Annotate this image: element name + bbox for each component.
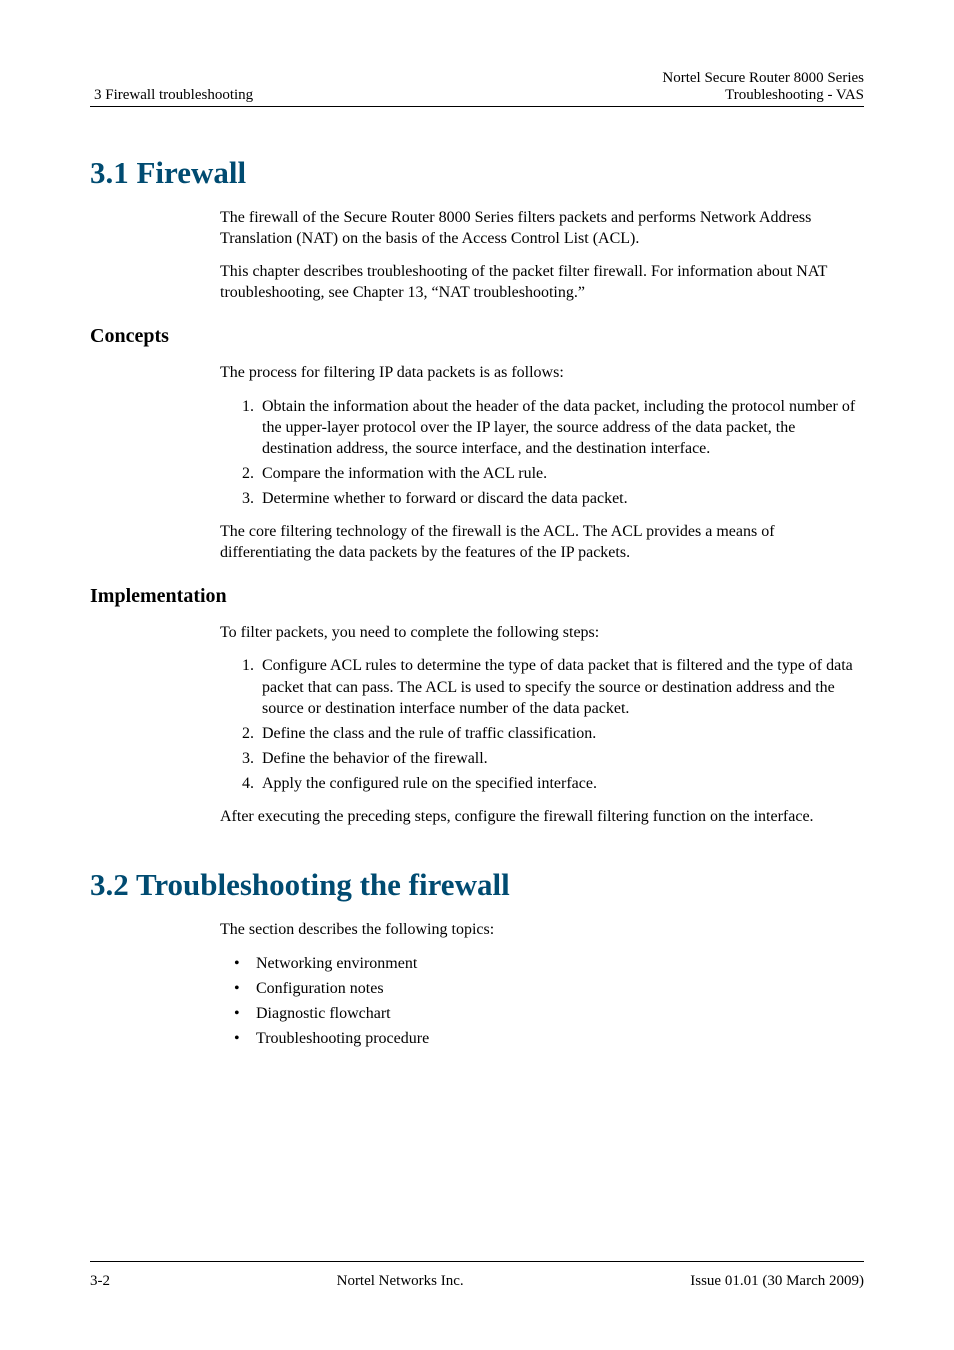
- concepts-heading: Concepts: [90, 325, 864, 348]
- footer-company: Nortel Networks Inc.: [337, 1273, 464, 1290]
- footer-page-number: 3-2: [90, 1273, 110, 1290]
- concepts-item-1: Obtain the information about the header …: [258, 396, 864, 459]
- page-footer: 3-2 Nortel Networks Inc. Issue 01.01 (30…: [90, 1273, 864, 1290]
- header-right: Nortel Secure Router 8000 Series Trouble…: [662, 70, 864, 104]
- s31-paragraph-1: The firewall of the Secure Router 8000 S…: [220, 207, 864, 249]
- impl-item-1: Configure ACL rules to determine the typ…: [258, 655, 864, 718]
- s32-item-4: Troubleshooting procedure: [234, 1027, 864, 1052]
- footer-issue: Issue 01.01 (30 March 2009): [690, 1273, 864, 1290]
- s32-intro: The section describes the following topi…: [220, 919, 864, 940]
- impl-list: Configure ACL rules to determine the typ…: [220, 655, 864, 794]
- s32-list: Networking environment Configuration not…: [220, 952, 864, 1051]
- s32-item-2: Configuration notes: [234, 977, 864, 1002]
- concepts-intro: The process for filtering IP data packet…: [220, 362, 864, 383]
- section-3-2-title: 3.2 Troubleshooting the firewall: [90, 867, 864, 903]
- footer-rule: [90, 1261, 864, 1262]
- concepts-list: Obtain the information about the header …: [220, 396, 864, 510]
- concepts-item-2: Compare the information with the ACL rul…: [258, 463, 864, 484]
- concepts-outro: The core filtering technology of the fir…: [220, 521, 864, 563]
- impl-item-2: Define the class and the rule of traffic…: [258, 723, 864, 744]
- impl-item-3: Define the behavior of the firewall.: [258, 748, 864, 769]
- section-3-1-title: 3.1 Firewall: [90, 155, 864, 191]
- s32-item-3: Diagnostic flowchart: [234, 1002, 864, 1027]
- impl-item-4: Apply the configured rule on the specifi…: [258, 773, 864, 794]
- s32-item-1: Networking environment: [234, 952, 864, 977]
- header-left: 3 Firewall troubleshooting: [90, 87, 253, 104]
- header-right-line2: Troubleshooting - VAS: [662, 87, 864, 104]
- implementation-heading: Implementation: [90, 585, 864, 608]
- header-right-line1: Nortel Secure Router 8000 Series: [662, 70, 864, 87]
- s31-paragraph-2: This chapter describes troubleshooting o…: [220, 261, 864, 303]
- concepts-item-3: Determine whether to forward or discard …: [258, 488, 864, 509]
- impl-intro: To filter packets, you need to complete …: [220, 622, 864, 643]
- impl-outro: After executing the preceding steps, con…: [220, 806, 864, 827]
- page-header: 3 Firewall troubleshooting Nortel Secure…: [90, 70, 864, 107]
